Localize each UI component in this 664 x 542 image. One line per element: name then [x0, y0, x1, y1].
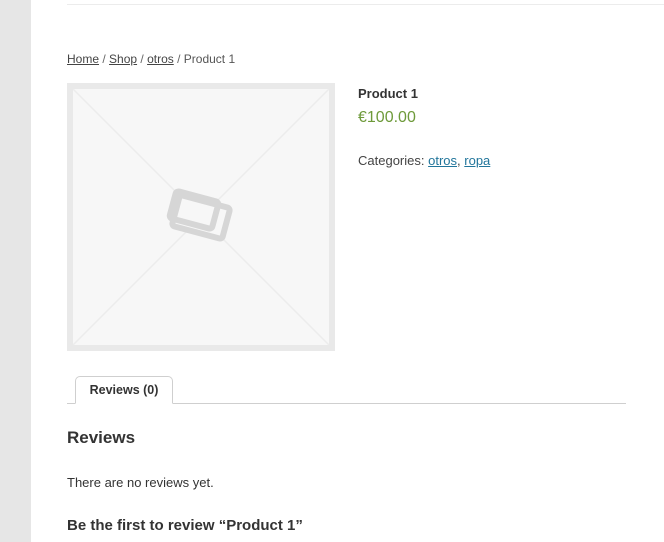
review-form-title: Be the first to review “Product 1”	[67, 517, 303, 534]
product-categories: Categories: otros, ropa	[358, 153, 490, 168]
tab-reviews-label: Reviews (0)	[89, 383, 159, 397]
category-link-otros[interactable]: otros	[428, 153, 457, 168]
breadcrumb: Home / Shop / otros / Product 1	[67, 52, 235, 66]
category-link-ropa[interactable]: ropa	[464, 153, 490, 168]
breadcrumb-separator: /	[99, 52, 110, 66]
product-title: Product 1	[358, 86, 418, 101]
breadcrumb-shop-link[interactable]: Shop	[109, 52, 137, 66]
product-image-placeholder	[73, 89, 329, 345]
breadcrumb-home-link[interactable]: Home	[67, 52, 99, 66]
no-reviews-text: There are no reviews yet.	[67, 475, 214, 490]
reviews-heading: Reviews	[67, 428, 136, 447]
page-content: Home / Shop / otros / Product 1 Product …	[31, 0, 664, 542]
header-divider	[67, 4, 664, 5]
product-image[interactable]	[67, 83, 335, 351]
placeholder-image-icon	[73, 89, 329, 345]
breadcrumb-separator: /	[137, 52, 148, 66]
breadcrumb-separator: /	[173, 52, 184, 66]
categories-label: Categories:	[358, 153, 425, 168]
product-summary: Product 1 €100.00 Categories: otros, rop…	[358, 86, 490, 168]
product-price: €100.00	[358, 109, 416, 126]
breadcrumb-current: Product 1	[183, 52, 236, 66]
tab-reviews[interactable]: Reviews (0)	[75, 376, 173, 404]
breadcrumb-category-link[interactable]: otros	[147, 52, 174, 66]
categories-separator: ,	[457, 153, 461, 168]
